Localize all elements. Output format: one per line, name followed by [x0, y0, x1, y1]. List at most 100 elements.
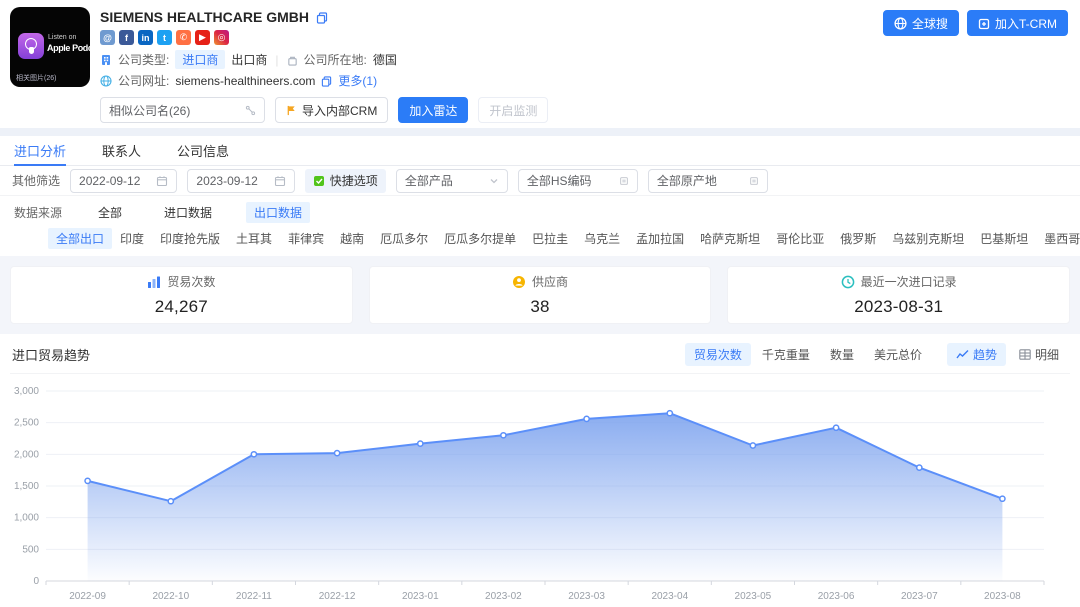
import-crm-button[interactable]: 导入内部CRM [275, 97, 388, 123]
copy-icon[interactable] [316, 9, 328, 25]
similar-company-input[interactable]: 相似公司名(26) [100, 97, 265, 123]
global-search-button[interactable]: 全球搜 [883, 10, 959, 36]
hs-code-select[interactable]: 全部HS编码 [518, 169, 638, 193]
calendar-icon [156, 174, 168, 188]
svg-text:3,000: 3,000 [14, 386, 39, 397]
region-item[interactable]: 印度 [112, 228, 152, 249]
import-crm-label: 导入内部CRM [302, 102, 377, 119]
copy-website-icon[interactable] [321, 74, 332, 88]
building-icon [100, 53, 112, 67]
trend-chart-section: 进口贸易趋势 贸易次数千克重量数量美元总价 趋势 明细 05001,0001,5… [0, 334, 1080, 607]
metric-button[interactable]: 数量 [821, 343, 863, 366]
product-select-value: 全部产品 [405, 172, 453, 189]
company-type-label: 公司类型: [118, 51, 169, 68]
region-item[interactable]: 哥伦比亚 [768, 228, 832, 249]
origin-select[interactable]: 全部原产地 [648, 169, 768, 193]
location-value: 德国 [373, 51, 397, 68]
location-label: 公司所在地: [304, 51, 367, 68]
global-search-label: 全球搜 [912, 15, 948, 32]
stat-cards: 贸易次数 24,267 供应商 38 最近一次进口记录 2023-08-31 [0, 256, 1080, 334]
company-name: SIEMENS HEALTHCARE GMBH [100, 9, 309, 25]
logo-caption: 相关图片(26) [16, 73, 56, 83]
region-item[interactable]: 厄瓜多尔提单 [436, 228, 524, 249]
region-item[interactable]: 巴拉圭 [524, 228, 576, 249]
hs-code-value: 全部HS编码 [527, 172, 592, 189]
metric-button[interactable]: 贸易次数 [685, 343, 751, 366]
instagram-icon[interactable]: ◎ [214, 30, 229, 45]
website-icon[interactable]: @ [100, 30, 115, 45]
svg-text:500: 500 [22, 544, 39, 555]
region-item[interactable]: 厄瓜多尔 [372, 228, 436, 249]
more-link[interactable]: 更多(1) [338, 72, 377, 89]
phone-icon[interactable]: ✆ [176, 30, 191, 45]
data-source-row: 数据来源 全部进口数据出口数据 [0, 196, 1080, 225]
region-item[interactable]: 哈萨克斯坦 [692, 228, 768, 249]
region-item[interactable]: 印度抢先版 [152, 228, 228, 249]
region-item[interactable]: 全部出口 [48, 228, 112, 249]
exporter-tag[interactable]: 出口商 [231, 51, 267, 68]
region-item[interactable]: 俄罗斯 [832, 228, 884, 249]
website-value[interactable]: siemens-healthineers.com [175, 74, 315, 88]
svg-text:0: 0 [33, 576, 39, 587]
region-item[interactable]: 孟加拉国 [628, 228, 692, 249]
region-list: 全部出口印度印度抢先版土耳其菲律宾越南厄瓜多尔厄瓜多尔提单巴拉圭乌克兰孟加拉国哈… [48, 228, 1080, 249]
origin-value: 全部原产地 [657, 172, 717, 189]
calendar-icon [274, 174, 286, 188]
logo-listen-on: Listen on [48, 34, 76, 41]
stat-label: 最近一次进口记录 [861, 273, 957, 290]
supplier-icon [512, 274, 526, 289]
data-source-option[interactable]: 全部 [90, 202, 130, 223]
svg-text:2023-04: 2023-04 [651, 591, 688, 602]
importer-tag[interactable]: 进口商 [175, 50, 225, 69]
view-trend-button[interactable]: 趋势 [947, 343, 1006, 366]
start-monitor-button[interactable]: 开启监测 [478, 97, 548, 123]
logo-brand: Apple Podcasts [47, 43, 90, 53]
svg-text:2023-07: 2023-07 [901, 591, 938, 602]
stat-card-trade-count: 贸易次数 24,267 [10, 266, 353, 324]
region-item[interactable]: 越南 [332, 228, 372, 249]
region-item[interactable]: 巴基斯坦 [972, 228, 1036, 249]
add-radar-label: 加入雷达 [409, 102, 457, 119]
table-icon [1019, 349, 1031, 360]
youtube-icon[interactable]: ▶ [195, 30, 210, 45]
social-icons: @ fint ✆ ▶ ◎ [100, 30, 548, 45]
twitter-icon[interactable]: t [157, 30, 172, 45]
metric-button[interactable]: 美元总价 [865, 343, 931, 366]
stat-label: 供应商 [532, 273, 568, 290]
svg-text:2,500: 2,500 [14, 418, 39, 429]
quick-options-label: 快捷选项 [330, 172, 378, 189]
region-item[interactable]: 乌克兰 [576, 228, 628, 249]
facebook-icon[interactable]: f [119, 30, 134, 45]
trend-area-chart[interactable]: 05001,0001,5002,0002,5003,0002022-092022… [10, 377, 1070, 607]
region-item[interactable]: 菲律宾 [280, 228, 332, 249]
stat-value: 24,267 [155, 297, 208, 317]
main-tabs: 进口分析 联系人 公司信息 [0, 136, 1080, 166]
date-from-input[interactable]: 2022-09-12 [70, 169, 177, 193]
view-detail-button[interactable]: 明细 [1010, 343, 1068, 366]
add-tcrm-button[interactable]: 加入T-CRM [967, 10, 1068, 36]
tab-item[interactable]: 公司信息 [177, 136, 229, 165]
data-source-option[interactable]: 进口数据 [156, 202, 220, 223]
product-select[interactable]: 全部产品 [396, 169, 508, 193]
similar-company-value: 相似公司名(26) [109, 102, 190, 119]
stat-card-last-import: 最近一次进口记录 2023-08-31 [727, 266, 1070, 324]
data-source-options: 全部 进口数据 出口数据 [90, 202, 310, 223]
tab-item[interactable]: 联系人 [102, 136, 141, 165]
region-item[interactable]: 土耳其 [228, 228, 280, 249]
date-to-value: 2023-09-12 [196, 174, 257, 188]
add-radar-button[interactable]: 加入雷达 [398, 97, 468, 123]
data-source-option[interactable]: 出口数据 [246, 202, 310, 223]
svg-text:2023-05: 2023-05 [735, 591, 772, 602]
metric-button[interactable]: 千克重量 [753, 343, 819, 366]
svg-text:2023-02: 2023-02 [485, 591, 522, 602]
date-to-input[interactable]: 2023-09-12 [187, 169, 294, 193]
podcast-icon [18, 33, 44, 59]
region-item[interactable]: 墨西哥海运 [1036, 228, 1080, 249]
region-item[interactable]: 乌兹别克斯坦 [884, 228, 972, 249]
linkedin-icon[interactable]: in [138, 30, 153, 45]
globe-icon [100, 74, 112, 88]
location-icon [287, 53, 298, 67]
quick-options-button[interactable]: 快捷选项 [305, 169, 386, 193]
tab-item[interactable]: 进口分析 [14, 136, 66, 165]
stat-label: 贸易次数 [167, 273, 215, 290]
